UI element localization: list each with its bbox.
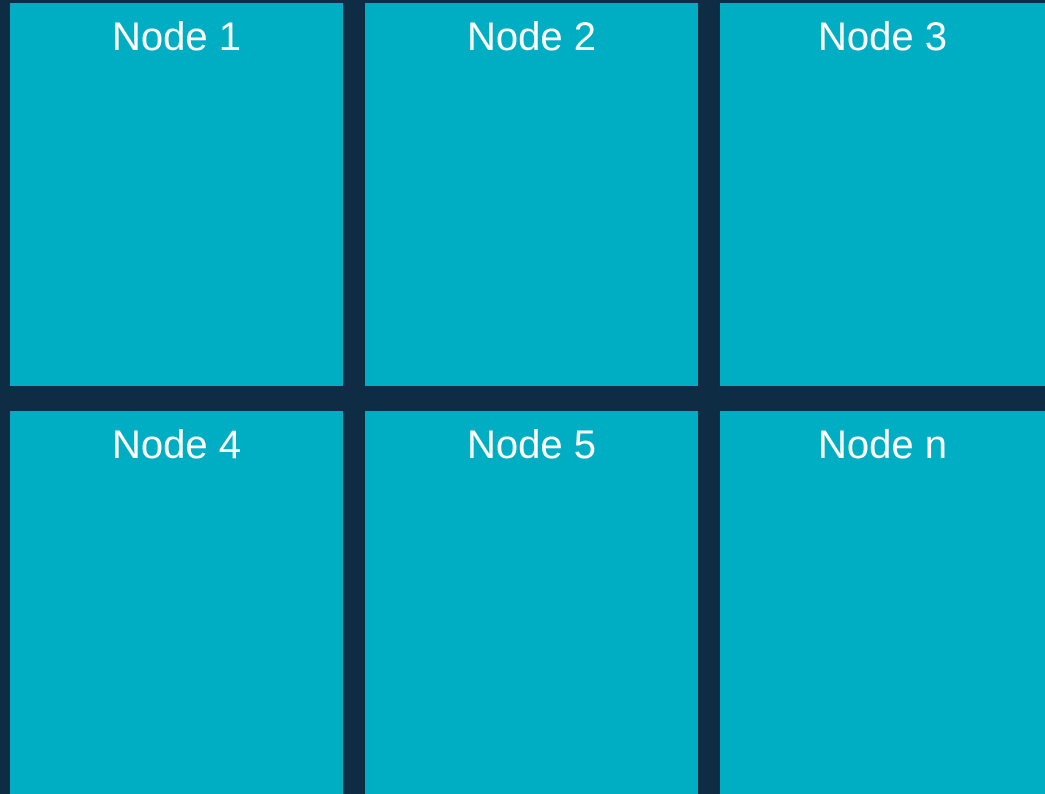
node-box-1: Node 1 bbox=[10, 3, 343, 386]
node-label-1: Node 1 bbox=[112, 15, 241, 59]
node-label-n: Node n bbox=[818, 423, 947, 467]
node-box-5: Node 5 bbox=[365, 411, 698, 794]
node-label-4: Node 4 bbox=[112, 423, 241, 467]
node-box-4: Node 4 bbox=[10, 411, 343, 794]
node-box-2: Node 2 bbox=[365, 3, 698, 386]
node-label-2: Node 2 bbox=[467, 15, 596, 59]
node-box-3: Node 3 bbox=[720, 3, 1045, 386]
node-label-5: Node 5 bbox=[467, 423, 596, 467]
node-box-n: Node n bbox=[720, 411, 1045, 794]
node-label-3: Node 3 bbox=[818, 15, 947, 59]
